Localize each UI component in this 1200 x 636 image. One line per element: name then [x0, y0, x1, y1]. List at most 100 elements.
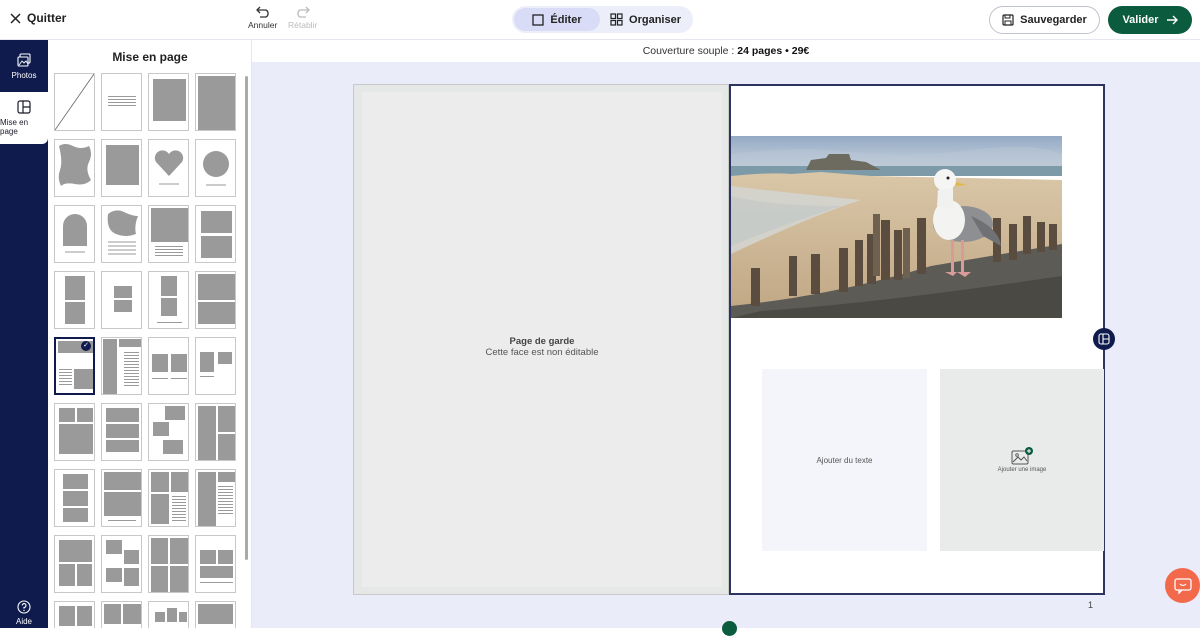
layout-thumbnail[interactable]	[148, 403, 189, 461]
layout-thumbnail[interactable]	[101, 337, 142, 395]
layout-thumbnail[interactable]	[101, 535, 142, 593]
photo-slot	[218, 352, 232, 364]
photo-slot	[198, 274, 235, 300]
layout-thumbnail[interactable]	[54, 403, 95, 461]
layout-thumbnail[interactable]	[148, 205, 189, 263]
layout-thumbnail[interactable]	[54, 271, 95, 329]
layout-thumbnail[interactable]	[195, 73, 236, 131]
layout-thumbnail[interactable]	[195, 205, 236, 263]
photo-slot	[151, 472, 169, 492]
photo-slot	[123, 604, 141, 624]
layout-thumbnail[interactable]	[195, 337, 236, 395]
undo-icon	[255, 6, 269, 18]
layout-thumbnail[interactable]	[101, 73, 142, 131]
layout-thumbnail[interactable]	[195, 535, 236, 593]
arrow-right-icon	[1166, 15, 1178, 25]
layout-thumbnail[interactable]	[195, 139, 236, 197]
text-line	[59, 381, 72, 382]
layout-thumbnail[interactable]	[101, 205, 142, 263]
text-line	[172, 520, 186, 521]
text-line	[200, 582, 233, 583]
layout-thumbnail[interactable]	[148, 535, 189, 593]
help-button[interactable]: Aide	[0, 600, 48, 626]
shape-layout-heart	[154, 150, 184, 185]
photo-slot	[65, 276, 85, 300]
layout-thumbnail[interactable]	[148, 337, 189, 395]
layout-thumbnail[interactable]	[148, 139, 189, 197]
shape-layout-splat	[107, 210, 138, 255]
tab-organize[interactable]: Organiser	[600, 8, 691, 31]
text-line	[157, 322, 182, 323]
text-line	[172, 508, 186, 509]
photos-icon	[17, 52, 31, 67]
save-label: Sauvegarder	[1020, 14, 1087, 26]
quit-button[interactable]: Quitter	[10, 11, 66, 25]
layout-thumbnail[interactable]	[195, 601, 236, 628]
book-details: 24 pages • 29€	[737, 45, 810, 57]
text-line	[172, 505, 186, 506]
layout-thumbnail[interactable]	[148, 601, 189, 628]
rail-item-photos[interactable]: Photos	[0, 40, 48, 92]
photo-slot	[201, 211, 232, 233]
layout-thumbnail[interactable]: ✓	[54, 337, 95, 395]
photo-slot	[104, 492, 141, 516]
validate-button[interactable]: Valider	[1108, 6, 1192, 34]
photo-slot	[106, 540, 122, 554]
photo-slot	[198, 76, 235, 130]
text-line	[171, 378, 187, 379]
text-line	[218, 489, 233, 490]
page-layout-button[interactable]	[1093, 328, 1115, 350]
layout-thumbnail[interactable]	[101, 403, 142, 461]
layout-thumbnail[interactable]	[148, 469, 189, 527]
layout-thumbnail[interactable]	[195, 469, 236, 527]
text-line	[124, 355, 139, 356]
redo-label: Rétablir	[288, 20, 318, 30]
layout-thumbnail[interactable]	[54, 601, 95, 628]
layout-thumbnail[interactable]	[195, 403, 236, 461]
shape-layout-circle	[203, 151, 229, 186]
photo-slot	[104, 604, 121, 624]
layout-thumbnail[interactable]	[148, 73, 189, 131]
shape-layout-arch	[63, 214, 87, 253]
text-line	[124, 373, 139, 374]
photo-slot	[74, 369, 93, 389]
help-label: Aide	[15, 617, 32, 626]
floppy-icon	[1002, 14, 1014, 26]
grid-icon	[610, 13, 623, 26]
layout-icon	[17, 100, 31, 114]
photo-slot	[124, 550, 139, 564]
page-photo[interactable]	[731, 136, 1062, 318]
layout-thumbnail[interactable]	[101, 469, 142, 527]
layout-thumbnail[interactable]	[54, 73, 95, 131]
photo-slot	[165, 406, 185, 420]
layout-thumbnail[interactable]	[101, 601, 142, 628]
photo-slot	[179, 612, 187, 622]
layout-thumbnail[interactable]	[195, 271, 236, 329]
text-line	[59, 369, 72, 370]
layout-thumbnail[interactable]	[148, 271, 189, 329]
tab-edit[interactable]: Éditer	[514, 8, 601, 31]
redo-button[interactable]: Rétablir	[288, 6, 317, 30]
photo-slot	[59, 564, 75, 586]
text-line	[124, 376, 139, 377]
layout-thumbnail[interactable]	[54, 469, 95, 527]
rail-item-layout[interactable]: Mise en page	[0, 92, 48, 144]
panel-scrollbar[interactable]	[245, 76, 248, 560]
text-line	[218, 513, 233, 514]
layout-thumbnail[interactable]	[54, 205, 95, 263]
photo-slot	[198, 604, 233, 624]
photo-slot	[151, 494, 169, 524]
image-placeholder-box[interactable]: Ajouter une image	[940, 369, 1104, 551]
photo-slot	[151, 538, 168, 564]
add-page-button[interactable]	[722, 621, 737, 636]
layout-thumbnail[interactable]	[101, 139, 142, 197]
undo-button[interactable]: Annuler	[248, 6, 277, 30]
layout-thumbnail[interactable]	[101, 271, 142, 329]
text-placeholder-box[interactable]: Ajouter du texte	[762, 369, 927, 551]
validate-label: Valider	[1122, 14, 1159, 26]
layout-thumbnail[interactable]	[54, 139, 95, 197]
chat-button[interactable]	[1165, 568, 1200, 603]
save-button[interactable]: Sauvegarder	[989, 6, 1100, 34]
layout-thumbnail[interactable]	[54, 535, 95, 593]
undo-label: Annuler	[248, 20, 278, 30]
